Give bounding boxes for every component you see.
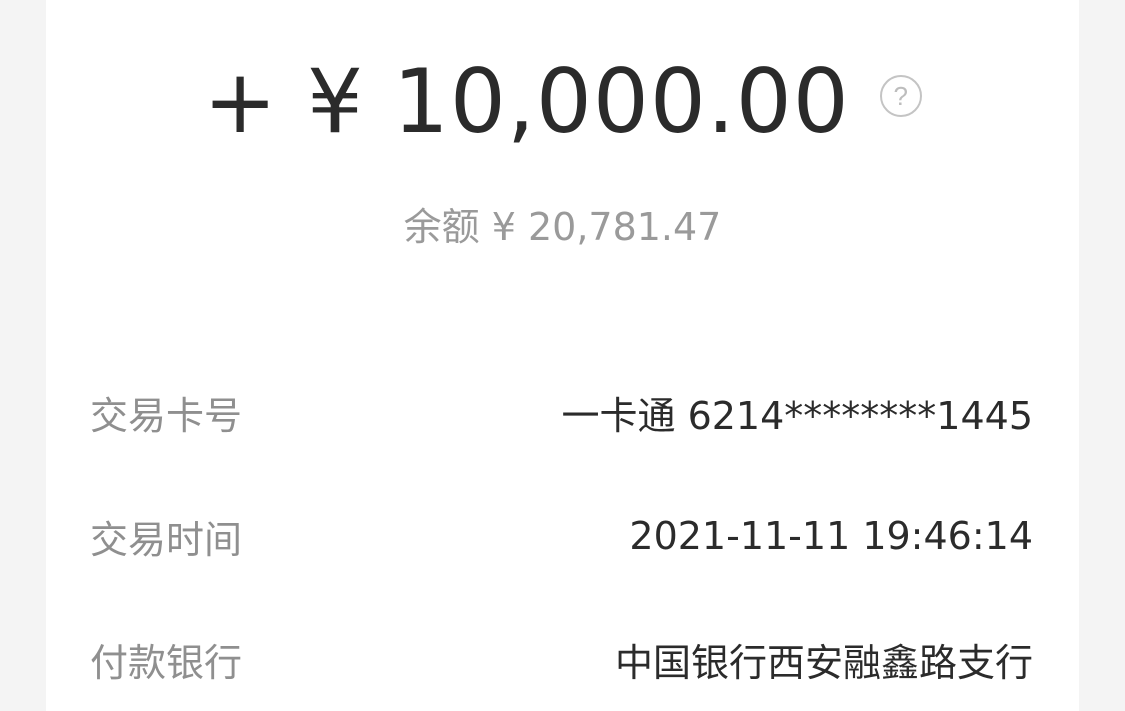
transaction-detail-card: + ¥ 10,000.00 ? 余额 ¥ 20,781.47 交易卡号 一卡通 … bbox=[46, 0, 1079, 711]
detail-row-transaction-time: 交易时间 2021-11-11 19:46:14 bbox=[90, 506, 1033, 566]
detail-value: 2021-11-11 19:46:14 bbox=[629, 514, 1033, 558]
detail-label: 付款银行 bbox=[90, 640, 243, 685]
detail-label: 交易时间 bbox=[90, 517, 243, 562]
detail-row-paying-bank: 付款银行 中国银行西安融鑫路支行 bbox=[90, 629, 1033, 689]
amount-row: + ¥ 10,000.00 ? bbox=[46, 46, 1079, 156]
balance-text: 余额 ¥ 20,781.47 bbox=[403, 205, 722, 249]
detail-row-card-number: 交易卡号 一卡通 6214********1445 bbox=[90, 382, 1033, 442]
detail-value: 中国银行西安融鑫路支行 bbox=[614, 640, 1033, 685]
detail-value: 一卡通 6214********1445 bbox=[561, 393, 1034, 438]
transaction-amount: + ¥ 10,000.00 bbox=[203, 49, 850, 153]
help-icon[interactable]: ? bbox=[879, 75, 922, 117]
detail-label: 交易卡号 bbox=[90, 393, 243, 438]
